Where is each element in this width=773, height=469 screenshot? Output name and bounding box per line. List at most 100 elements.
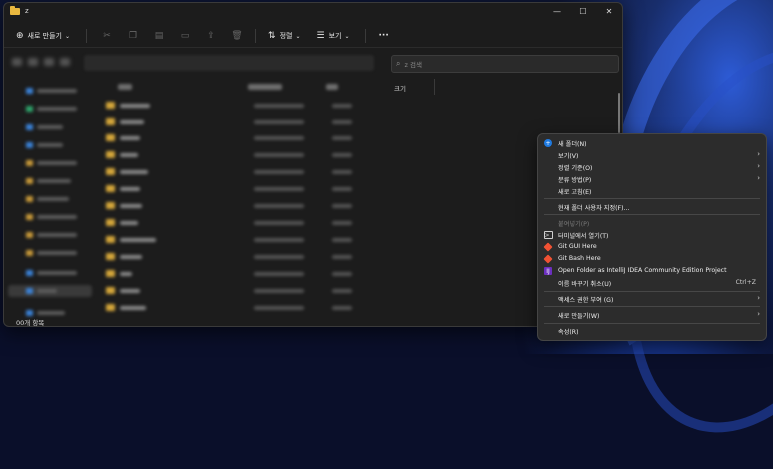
menu-item-open-terminal[interactable]: >_ 터미널에서 열기(T) — [538, 229, 766, 240]
chevron-right-icon: › — [757, 174, 760, 182]
new-button[interactable]: ⊕ 새로 만들기 ⌄ — [16, 31, 74, 41]
paste-icon[interactable]: ▤ — [153, 30, 165, 42]
menu-item-label: Git Bash Here — [558, 255, 601, 262]
navigation-pane — [4, 79, 94, 319]
column-header-size[interactable]: 크기 — [394, 83, 406, 93]
navigation-buttons[interactable] — [12, 58, 72, 68]
context-menu: + 새 폴더(N) 보기(V) › 정렬 기준(O) › 분류 방법(P) › … — [537, 133, 767, 341]
window-title: z — [25, 7, 29, 15]
menu-item-label: 새로 만들기(W) — [558, 313, 600, 320]
list-item[interactable] — [104, 167, 384, 176]
sidebar-item[interactable] — [26, 231, 86, 239]
intellij-icon: IJ — [544, 267, 552, 275]
menu-item-properties[interactable]: 속성(R) — [538, 325, 766, 336]
more-options-button[interactable]: ··· — [378, 31, 388, 41]
rename-icon[interactable]: ▭ — [179, 30, 191, 42]
list-item[interactable] — [104, 235, 384, 244]
column-header-date[interactable] — [248, 84, 282, 90]
list-item[interactable] — [104, 252, 384, 261]
list-item[interactable] — [104, 101, 384, 110]
sort-button[interactable]: ⇅ 정렬 ⌄ — [268, 31, 304, 41]
list-item[interactable] — [104, 269, 384, 278]
sidebar-item[interactable] — [26, 249, 86, 257]
command-bar: ⊕ 새로 만들기 ⌄ ✂ ❐ ▤ ▭ ⇪ 🗑 ⇅ 정렬 ⌄ ☰ 보기 ⌄ ··· — [4, 25, 622, 48]
menu-item-view[interactable]: 보기(V) › — [538, 149, 766, 160]
sidebar-item[interactable] — [26, 269, 86, 277]
shortcut-label: Ctrl+Z — [735, 279, 756, 286]
toolbar-divider — [86, 29, 88, 43]
list-item[interactable] — [104, 303, 384, 312]
chevron-right-icon: › — [757, 150, 760, 158]
copy-icon[interactable]: ❐ — [127, 30, 139, 42]
list-item[interactable] — [104, 133, 384, 142]
menu-item-new[interactable]: 새로 만들기(W) › — [538, 309, 766, 320]
menu-item-label: Open Folder as IntelliJ IDEA Community E… — [558, 267, 727, 274]
toolbar-divider — [255, 29, 257, 43]
menu-item-customize-folder[interactable]: 현재 폴더 사용자 지정(F)... — [538, 201, 766, 212]
close-button[interactable]: ✕ — [596, 3, 622, 19]
menu-item-git-gui[interactable]: Git GUI Here — [538, 241, 766, 252]
menu-item-label: 새로 고침(E) — [558, 189, 592, 196]
title-bar: z — ☐ ✕ — [4, 3, 622, 19]
sidebar-item[interactable] — [26, 213, 86, 221]
menu-item-sort-by[interactable]: 정렬 기준(O) › — [538, 161, 766, 172]
view-icon: ☰ — [316, 31, 325, 41]
menu-item-label: 액세스 권한 부여 (G) — [558, 297, 614, 304]
menu-item-group-by[interactable]: 분류 방법(P) › — [538, 173, 766, 184]
sidebar-item[interactable] — [26, 87, 86, 95]
sidebar-item[interactable] — [26, 177, 86, 185]
menu-item-label: 현재 폴더 사용자 지정(F)... — [558, 205, 630, 212]
new-button-label: 새로 만들기 — [27, 32, 62, 40]
sidebar-item[interactable] — [26, 287, 86, 295]
list-item[interactable] — [104, 201, 384, 210]
menu-item-label: 터미널에서 열기(T) — [558, 233, 609, 240]
menu-item-refresh[interactable]: 새로 고침(E) — [538, 185, 766, 196]
sidebar-item[interactable] — [26, 309, 86, 317]
cut-icon[interactable]: ✂ — [101, 30, 113, 42]
menu-separator — [544, 198, 760, 199]
menu-item-label: 이름 바꾸기 취소(U) — [558, 281, 612, 288]
column-header-name[interactable] — [118, 84, 132, 90]
menu-separator — [544, 291, 760, 292]
sidebar-item[interactable] — [26, 123, 86, 131]
delete-icon[interactable]: 🗑 — [231, 30, 243, 42]
list-item[interactable] — [104, 286, 384, 295]
sidebar-item[interactable] — [26, 195, 86, 203]
sidebar-item[interactable] — [26, 141, 86, 149]
view-button[interactable]: ☰ 보기 ⌄ — [316, 31, 353, 41]
column-divider[interactable] — [434, 79, 435, 95]
menu-separator — [544, 306, 760, 307]
file-explorer-window: z — ☐ ✕ ⊕ 새로 만들기 ⌄ ✂ ❐ ▤ ▭ ⇪ 🗑 ⇅ 정렬 ⌄ ☰ … — [3, 2, 623, 327]
status-bar-text: 00개 항목 — [16, 319, 45, 327]
sort-icon: ⇅ — [268, 31, 276, 41]
menu-item-new-folder[interactable]: + 새 폴더(N) — [538, 137, 766, 148]
list-item[interactable] — [104, 184, 384, 193]
search-icon: ⌕ — [396, 59, 401, 68]
menu-item-label: 분류 방법(P) — [558, 177, 592, 184]
list-item[interactable] — [104, 218, 384, 227]
git-icon — [543, 254, 553, 264]
address-row: ⌕ z 검색 — [4, 53, 622, 73]
maximize-button[interactable]: ☐ — [570, 3, 596, 19]
menu-item-paste: 붙여넣기(P) — [538, 217, 766, 228]
vertical-scrollbar[interactable] — [618, 93, 620, 133]
search-placeholder: z 검색 — [404, 61, 422, 69]
chevron-right-icon: › — [757, 310, 760, 318]
folder-icon — [10, 5, 20, 15]
address-bar[interactable] — [84, 55, 374, 71]
menu-item-open-intellij[interactable]: IJ Open Folder as IntelliJ IDEA Communit… — [538, 265, 766, 276]
menu-item-label: 새 폴더(N) — [558, 141, 587, 148]
column-header-type[interactable] — [326, 84, 338, 90]
sidebar-item[interactable] — [26, 105, 86, 113]
menu-item-give-access[interactable]: 액세스 권한 부여 (G) › — [538, 293, 766, 304]
minimize-button[interactable]: — — [544, 3, 570, 19]
list-item[interactable] — [104, 150, 384, 159]
terminal-icon: >_ — [544, 231, 553, 239]
toolbar-divider — [365, 29, 367, 43]
menu-item-undo-rename[interactable]: 이름 바꾸기 취소(U) Ctrl+Z — [538, 277, 766, 288]
share-icon[interactable]: ⇪ — [205, 30, 217, 42]
sidebar-item[interactable] — [26, 159, 86, 167]
menu-item-git-bash[interactable]: Git Bash Here — [538, 253, 766, 264]
list-item[interactable] — [104, 117, 384, 126]
search-box[interactable]: ⌕ z 검색 — [391, 55, 619, 73]
